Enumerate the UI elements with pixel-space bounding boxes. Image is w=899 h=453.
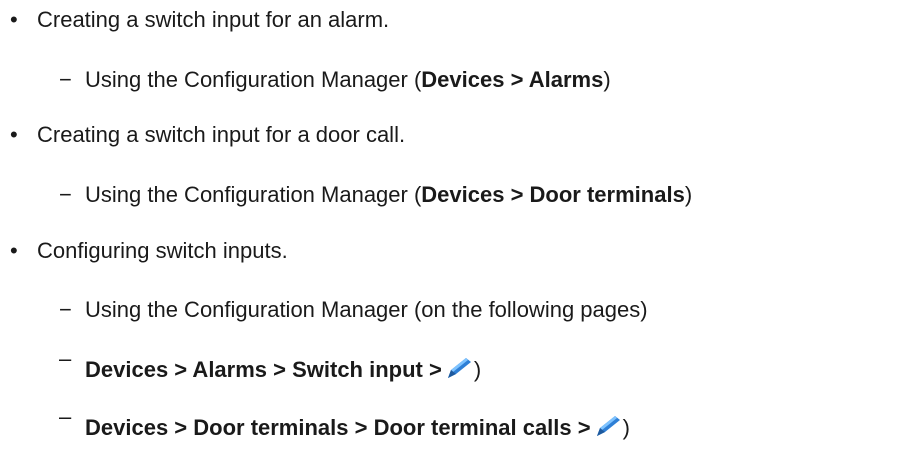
item-text: Creating a switch input for a door call.	[37, 122, 406, 147]
sub-item-text: Devices > Door terminals > Door terminal…	[85, 415, 630, 440]
dash-marker: –	[59, 404, 72, 429]
sub-item-text: Using the Configuration Manager (Devices…	[85, 182, 693, 207]
item-text: Configuring switch inputs.	[37, 238, 288, 263]
dash-marker: −	[59, 67, 72, 92]
sub-item-text: Using the Configuration Manager (Devices…	[85, 67, 611, 92]
sub-item-text: Devices > Alarms > Switch input > )	[85, 357, 482, 382]
menu-path: Devices > Door terminals	[421, 182, 685, 207]
item-text: Creating a switch input for an alarm.	[37, 7, 390, 32]
dash-marker: −	[59, 297, 72, 322]
bullet-marker: •	[10, 122, 18, 147]
sub-item-text: Using the Configuration Manager (on the …	[85, 297, 648, 322]
pencil-icon	[447, 358, 471, 378]
dash-marker: –	[59, 346, 72, 371]
menu-path: Devices > Alarms	[421, 67, 604, 92]
menu-path: Devices > Door terminals > Door terminal…	[85, 415, 591, 440]
pencil-icon	[596, 416, 620, 436]
bullet-marker: •	[10, 7, 18, 32]
dash-marker: −	[59, 182, 72, 207]
bullet-marker: •	[10, 238, 18, 263]
menu-path: Devices > Alarms > Switch input >	[85, 357, 442, 382]
